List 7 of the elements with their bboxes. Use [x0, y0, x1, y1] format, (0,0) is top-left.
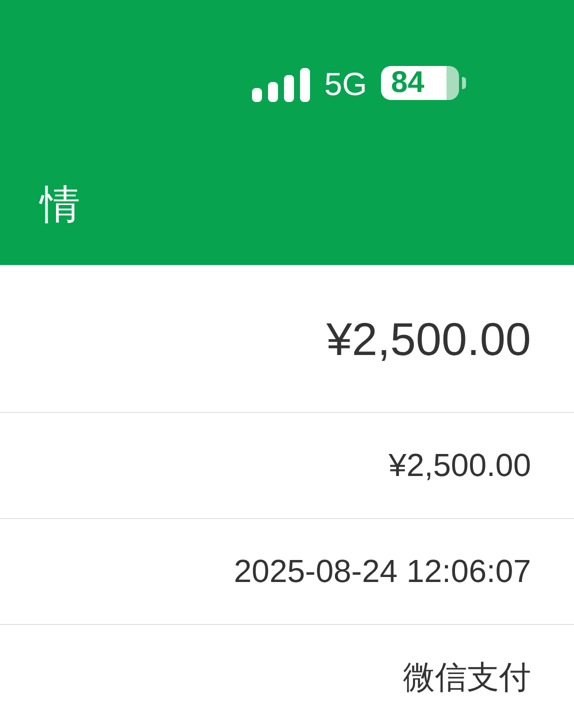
detail-value: 2025-08-24 12:06:07 — [234, 553, 531, 590]
page-title: 情 — [38, 182, 81, 229]
amount-text: ¥2,500.00 — [326, 312, 531, 366]
detail-value: ¥2,500.00 — [388, 447, 531, 484]
signal-icon — [252, 68, 310, 102]
network-label: 5G — [324, 66, 367, 102]
detail-value: 微信支付 — [403, 658, 531, 696]
